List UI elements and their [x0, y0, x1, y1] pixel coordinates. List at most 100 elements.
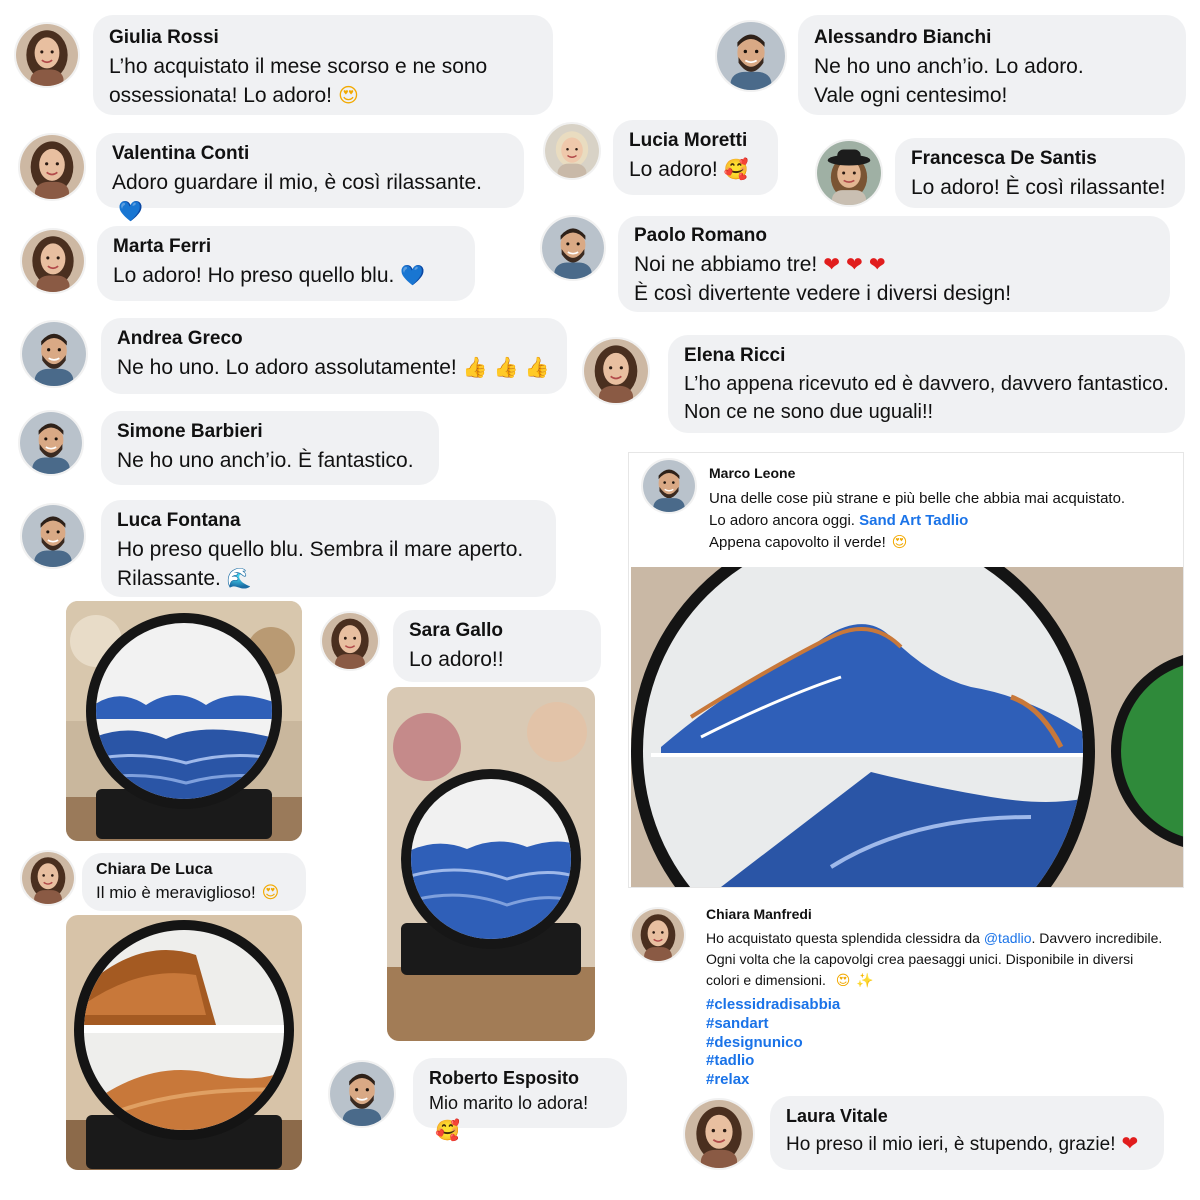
comment-lucia: Lucia Moretti Lo adoro! 🥰 — [613, 120, 778, 195]
hashtag-link[interactable]: #tadlio — [706, 1052, 840, 1071]
comment-author[interactable]: Sara Gallo — [409, 618, 585, 645]
post-line: colori e dimensioni. — [706, 972, 826, 988]
comment-text: Ho preso il mio ieri, è stupendo, grazie… — [786, 1134, 1116, 1156]
post-photo-sand-art-wall[interactable] — [631, 567, 1183, 887]
post-line: Ho acquistato questa splendida clessidra… — [706, 930, 984, 946]
comment-text: Adoro guardare il mio, è così rilassante… — [112, 170, 483, 194]
smiling-hearts-emoji-icon: 🥰 — [435, 1118, 460, 1143]
comment-text: Il mio è meraviglioso! — [96, 883, 256, 903]
hashtag-link[interactable]: #clessidradisabbia — [706, 996, 840, 1015]
red-heart-emoji-icon: ❤ — [868, 251, 886, 276]
heart-eyes-emoji-icon: 😍 — [835, 973, 851, 989]
comment-text: Ne ho uno. Lo adoro assolutamente! — [117, 355, 457, 379]
comment-author[interactable]: Simone Barbieri — [117, 419, 423, 446]
avatar-sara[interactable] — [320, 611, 380, 671]
comment-text: L’ho appena ricevuto ed è davvero, davve… — [684, 372, 1169, 395]
comment-author[interactable]: Alessandro Bianchi — [814, 25, 1170, 52]
post-line: . Davvero incredibile. — [1031, 930, 1163, 946]
thumbs-up-emoji-icon: 👍 — [462, 354, 488, 379]
avatar-simone[interactable] — [18, 410, 84, 476]
red-heart-emoji-icon: ❤ — [1121, 1131, 1139, 1156]
avatar-giulia[interactable] — [14, 22, 80, 88]
comment-author[interactable]: Marta Ferri — [113, 234, 459, 261]
comment-author[interactable]: Andrea Greco — [117, 326, 551, 353]
comment-text: Noi ne abbiamo tre! — [634, 252, 818, 276]
comment-author[interactable]: Laura Vitale — [786, 1104, 1148, 1129]
avatar-andrea[interactable] — [20, 320, 88, 388]
comment-text: ossessionata! Lo adoro! — [109, 83, 332, 107]
comment-chiara-de-luca: Chiara De Luca Il mio è meraviglioso! 😍 — [82, 853, 306, 911]
comment-author[interactable]: Paolo Romano — [634, 223, 1154, 250]
brand-link[interactable]: Sand Art Tadlio — [859, 512, 968, 529]
heart-eyes-emoji-icon: 😍 — [337, 82, 359, 107]
comment-sara: Sara Gallo Lo adoro!! — [393, 610, 601, 682]
comment-text: Lo adoro! È così rilassante! — [911, 175, 1166, 199]
comment-author[interactable]: Elena Ricci — [684, 343, 1169, 370]
comment-text: Lo adoro! — [629, 157, 718, 181]
comment-author[interactable]: Lucia Moretti — [629, 128, 762, 155]
mention-link[interactable]: @tadlio — [984, 930, 1032, 946]
comment-author[interactable]: Francesca De Santis — [911, 146, 1169, 173]
comment-simone: Simone Barbieri Ne ho uno anch’io. È fan… — [101, 411, 439, 485]
comment-giulia: Giulia Rossi L’ho acquistato il mese sco… — [93, 15, 553, 115]
blue-heart-emoji-icon: 💙 — [400, 262, 426, 287]
heart-eyes-emoji-icon: 😍 — [891, 532, 908, 551]
hashtag-link[interactable]: #designunico — [706, 1034, 840, 1053]
avatar-luca[interactable] — [20, 503, 86, 569]
product-photo-blue-sand-art[interactable] — [66, 601, 302, 841]
product-photo-orange-sand-art[interactable] — [66, 915, 302, 1170]
comment-author[interactable]: Valentina Conti — [112, 141, 508, 168]
comment-author[interactable]: Giulia Rossi — [109, 25, 537, 52]
smiling-hearts-emoji-icon: 🥰 — [723, 156, 749, 181]
comment-text: Non ce ne sono due uguali!! — [684, 400, 934, 423]
avatar-chiara-manfredi[interactable] — [630, 907, 686, 963]
thumbs-up-emoji-icon: 👍 — [524, 354, 550, 379]
comment-text: Ho preso quello blu. Sembra il mare aper… — [117, 537, 524, 561]
avatar-chiara-de-luca[interactable] — [20, 850, 76, 906]
comment-text: Lo adoro! Ho preso quello blu. — [113, 263, 395, 287]
avatar-marco[interactable] — [641, 458, 697, 514]
post-card-marco: Marco Leone Una delle cose più strane e … — [628, 452, 1184, 888]
comment-author[interactable]: Chiara De Luca — [96, 859, 292, 881]
post-line: Ogni volta che la capovolgi crea paesagg… — [706, 951, 1134, 967]
avatar-marta[interactable] — [20, 228, 86, 294]
hashtag-list: #clessidradisabbia #sandart #designunico… — [706, 996, 840, 1090]
hashtag-link[interactable]: #sandart — [706, 1015, 840, 1034]
blue-heart-emoji-icon: 💙 — [118, 198, 143, 223]
post-text: Ho acquistato questa splendida clessidra… — [706, 928, 1186, 992]
avatar-lucia[interactable] — [543, 122, 601, 180]
comment-roberto: Roberto Esposito Mio marito lo adora! 🥰 — [413, 1058, 627, 1142]
hashtag-link[interactable]: #relax — [706, 1071, 840, 1090]
comment-alessandro: Alessandro Bianchi Ne ho uno anch’io. Lo… — [798, 15, 1186, 115]
avatar-roberto[interactable] — [328, 1060, 396, 1128]
avatar-francesca[interactable] — [815, 139, 883, 207]
avatar-alessandro[interactable] — [715, 20, 787, 92]
post-line: Appena capovolto il verde! — [709, 533, 886, 551]
avatar-elena[interactable] — [582, 337, 650, 405]
red-heart-emoji-icon: ❤ — [823, 251, 841, 276]
comment-text: È così divertente vedere i diversi desig… — [634, 281, 1012, 305]
comment-elena: Elena Ricci L’ho appena ricevuto ed è da… — [668, 335, 1185, 433]
product-photo-blue-sand-art-tall[interactable] — [387, 687, 595, 1041]
comment-laura: Laura Vitale Ho preso il mio ieri, è stu… — [770, 1096, 1164, 1170]
comment-text: Ne ho uno anch’io. Lo adoro. — [814, 54, 1084, 78]
comment-luca: Luca Fontana Ho preso quello blu. Sembra… — [101, 500, 556, 597]
comment-marta: Marta Ferri Lo adoro! Ho preso quello bl… — [97, 226, 475, 301]
post-text: Una delle cose più strane e più belle ch… — [709, 488, 1179, 553]
comment-text: Vale ogni centesimo! — [814, 83, 1008, 107]
comment-text: Lo adoro!! — [409, 647, 504, 671]
avatar-laura[interactable] — [683, 1098, 755, 1170]
comment-text: L’ho acquistato il mese scorso e ne sono — [109, 54, 488, 78]
comment-text: Rilassante. — [117, 566, 221, 590]
comment-text: Ne ho uno anch’io. È fantastico. — [117, 448, 414, 472]
post-author[interactable]: Chiara Manfredi — [706, 906, 812, 922]
post-line: Lo adoro ancora oggi. — [709, 511, 855, 529]
comment-author[interactable]: Luca Fontana — [117, 508, 540, 535]
comment-author[interactable]: Roberto Esposito — [429, 1066, 611, 1091]
post-author[interactable]: Marco Leone — [709, 465, 795, 481]
post-line: Una delle cose più strane e più belle ch… — [709, 490, 1126, 507]
sparkles-emoji-icon: ✨ — [856, 973, 874, 989]
avatar-paolo[interactable] — [540, 215, 606, 281]
comment-text: Mio marito lo adora! — [429, 1093, 589, 1114]
avatar-valentina[interactable] — [18, 133, 86, 201]
